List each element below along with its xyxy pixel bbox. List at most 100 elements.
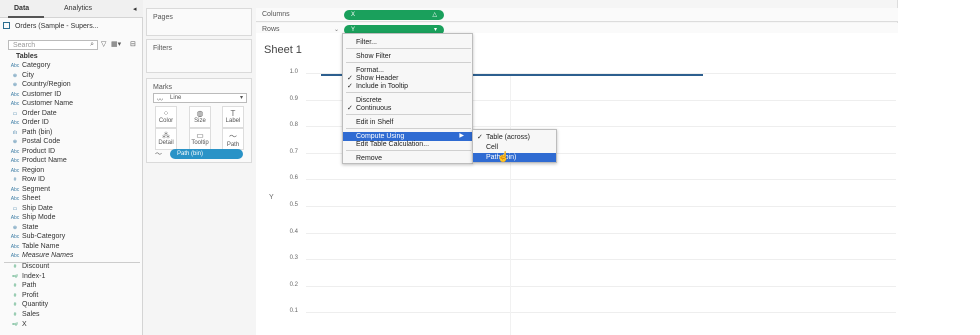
y-tick-label: 1.0 <box>289 69 298 75</box>
tooltip-button[interactable]: ▭ Tooltip <box>189 128 211 150</box>
y-tick-label: 0.5 <box>289 202 298 208</box>
measure-field[interactable]: # Profit <box>8 292 39 301</box>
menu-item-label: Compute Using <box>356 133 405 140</box>
field-name: Ship Date <box>22 204 53 212</box>
chevron-down-icon: ▾ <box>239 95 243 101</box>
menu-item-label: Remove <box>356 155 383 162</box>
menu-item[interactable]: Edit in Shelf <box>343 118 472 127</box>
dimension-field[interactable]: Abc Product ID <box>8 148 55 157</box>
line-icon: 〰 <box>157 98 164 104</box>
measure-field[interactable]: # Sales <box>8 311 40 320</box>
submenu-item[interactable]: Path (bin) <box>473 153 556 162</box>
dimension-field[interactable]: ▭ Ship Date <box>8 205 53 214</box>
collapse-icon[interactable]: ◂ <box>133 5 137 13</box>
mark-type-select[interactable]: 〰 Line ▾ <box>153 93 247 104</box>
menu-item[interactable]: ✓ Include in Tooltip <box>343 82 472 91</box>
filters-title: Filters <box>153 45 173 52</box>
dimension-field[interactable]: ⊕ State <box>8 224 38 233</box>
path-bin-pill[interactable]: Path (bin) <box>170 149 243 159</box>
y-tick-label: 0.3 <box>289 255 298 262</box>
field-name: Discount <box>22 263 50 270</box>
field-type-icon: Abc <box>10 120 20 126</box>
menu-item[interactable]: Remove <box>343 154 472 163</box>
y-tick-label: 0.9 <box>289 95 298 102</box>
field-type-icon: =# <box>12 321 18 328</box>
field-type-icon: Abc <box>10 148 20 155</box>
horizontal-gridline <box>306 285 896 287</box>
datasource-name: Orders (Sample - Supers... <box>14 23 99 30</box>
pages-card[interactable]: Pages <box>146 8 252 36</box>
measure-field[interactable]: =# X <box>8 321 27 330</box>
menu-item-label: Show Header <box>356 75 399 82</box>
dimension-field[interactable]: # Row ID <box>8 176 45 185</box>
dimension-field[interactable]: Abc Category <box>8 62 51 71</box>
submenu-item[interactable]: ✓ Table (across) <box>473 133 556 142</box>
measure-field[interactable]: =# Index-1 <box>8 273 45 282</box>
columns-shelf[interactable]: Columns X △ <box>256 8 898 22</box>
field-type-icon: Abc <box>10 196 20 202</box>
field-type-icon: Abc <box>10 158 20 164</box>
dimension-field[interactable]: Abc Ship Mode <box>8 214 56 223</box>
menu-item[interactable]: ✓ Continuous <box>343 104 472 113</box>
rows-dropdown-icon[interactable]: ⌄ <box>334 26 339 33</box>
pages-title: Pages <box>153 14 173 21</box>
dimension-field[interactable]: Abc Sheet <box>8 195 41 204</box>
y-tick-label: 0.8 <box>289 122 298 129</box>
datasource-item[interactable]: Orders (Sample - Supers... <box>3 22 141 34</box>
dimension-field[interactable]: ▭ Order Date <box>8 110 57 119</box>
field-type-icon: Abc <box>10 63 20 69</box>
dimension-field[interactable]: Abc Sub-Category <box>8 233 66 242</box>
dimension-field[interactable]: Abc Region <box>8 167 45 176</box>
dimension-field[interactable]: ılı Path (bin) <box>8 129 52 138</box>
path-icon: 〜 <box>229 132 237 141</box>
dimension-field[interactable]: ⊕ Postal Code <box>8 138 60 147</box>
field-type-icon: # <box>13 302 17 309</box>
dimension-field[interactable]: Abc Product Name <box>8 157 67 166</box>
y-tick-label: 0.1 <box>289 308 298 315</box>
dimension-field[interactable]: Abc Order ID <box>8 119 49 128</box>
measure-field[interactable]: # Path <box>8 282 37 291</box>
tab-analytics[interactable]: Analytics <box>64 5 92 12</box>
tab-data[interactable]: Data <box>14 5 29 12</box>
y-tick-label: 0.2 <box>289 281 298 288</box>
sort-icon[interactable]: ⊟ <box>130 40 136 48</box>
field-type-icon: ▭ <box>12 110 18 117</box>
field-name: Segment <box>22 185 51 193</box>
menu-separator <box>346 62 471 63</box>
view-options-icon[interactable]: ▦▾ <box>111 40 121 48</box>
dimension-field[interactable]: ⊕ City <box>8 72 34 81</box>
field-type-icon: # <box>13 264 17 270</box>
field-type-icon: ılı <box>13 129 17 136</box>
dimension-field[interactable]: Abc Measure Names <box>8 252 74 261</box>
menu-item[interactable]: Show Filter <box>343 52 472 61</box>
dimension-field[interactable]: ⊕ Country/Region <box>8 81 71 90</box>
measure-field[interactable]: # Discount <box>8 263 50 272</box>
path-label: Path <box>226 142 240 148</box>
field-type-icon: ⊕ <box>12 224 18 231</box>
active-tab-indicator <box>8 16 44 18</box>
menu-item-label: Discrete <box>356 97 382 104</box>
columns-pill-x[interactable]: X △ <box>344 10 444 20</box>
filters-card[interactable]: Filters <box>146 39 252 73</box>
search-input[interactable]: Search ⌕ <box>8 40 98 50</box>
field-name: Product Name <box>22 157 67 164</box>
dimension-field[interactable]: Abc Table Name <box>8 243 60 252</box>
filter-icon[interactable]: ▽ <box>101 40 106 48</box>
menu-item[interactable]: Filter... <box>343 38 472 47</box>
dimension-field[interactable]: Abc Segment <box>8 186 50 195</box>
menu-separator <box>346 48 471 49</box>
dimension-field[interactable]: Abc Customer ID <box>8 91 62 100</box>
field-type-icon: ⊕ <box>12 139 18 145</box>
submenu-item[interactable]: Cell <box>473 143 556 152</box>
detail-button[interactable]: ⁂ Detail <box>155 128 177 150</box>
dimension-field[interactable]: Abc Customer Name <box>8 100 73 109</box>
color-button[interactable]: ⁘ Color <box>155 106 177 128</box>
checkmark-icon: ✓ <box>347 83 353 90</box>
measure-field[interactable]: # Quantity <box>8 301 48 310</box>
label-button[interactable]: T Label <box>222 106 244 128</box>
path-button[interactable]: 〜 Path <box>222 128 244 150</box>
menu-item[interactable]: Edit Table Calculation... <box>343 140 472 149</box>
size-button[interactable]: ◍ Size <box>189 106 211 128</box>
label-label: Label <box>225 118 241 124</box>
data-tabs: Data Analytics ◂ <box>0 0 143 18</box>
